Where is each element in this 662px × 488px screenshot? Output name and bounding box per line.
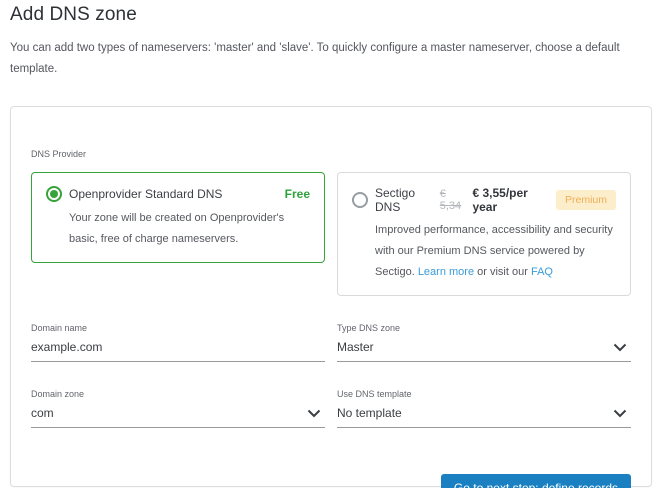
field-use-dns-template: Use DNS template No template (337, 389, 631, 428)
field-domain-zone: Domain zone com (31, 389, 325, 428)
provider-option-openprovider[interactable]: Openprovider Standard DNS Free Your zone… (31, 172, 325, 263)
card-footer: Go to next step: define records (31, 474, 631, 488)
domain-zone-select[interactable]: com (31, 406, 325, 428)
use-dns-template-value: No template (337, 406, 402, 420)
radio-checked-icon[interactable] (46, 186, 62, 202)
old-price: € 5,34 (439, 188, 462, 212)
use-dns-template-label: Use DNS template (337, 389, 412, 399)
provider-sectigo-name: Sectigo DNS (375, 186, 416, 214)
page-subtitle: You can add two types of nameservers: 'm… (10, 42, 620, 75)
chevron-down-icon (613, 343, 627, 351)
domain-name-input-row (31, 340, 325, 362)
domain-zone-value: com (31, 406, 54, 420)
type-dns-zone-label: Type DNS zone (337, 323, 401, 333)
use-dns-template-select[interactable]: No template (337, 406, 631, 428)
field-domain-name: Domain name (31, 323, 325, 362)
faq-link[interactable]: FAQ (531, 266, 553, 278)
provider-option-sectigo[interactable]: Sectigo DNS € 5,34 € 3,55/per year Premi… (337, 172, 631, 296)
provider-openprovider-name: Openprovider Standard DNS (69, 187, 223, 201)
learn-more-link[interactable]: Learn more (418, 266, 474, 278)
dns-provider-section-label: DNS Provider (31, 149, 87, 159)
next-step-button[interactable]: Go to next step: define records (440, 474, 631, 488)
domain-zone-label: Domain zone (31, 389, 85, 399)
provider-sectigo-header: Sectigo DNS € 5,34 € 3,55/per year Premi… (352, 186, 616, 214)
add-dns-zone-page: Add DNS zone You can add two types of na… (0, 0, 662, 488)
chevron-down-icon (613, 409, 627, 417)
premium-badge: Premium (555, 190, 616, 210)
domain-name-input[interactable] (31, 340, 325, 354)
chevron-down-icon (307, 409, 321, 417)
page-title: Add DNS zone (10, 4, 137, 25)
dns-zone-form-card: DNS Provider Openprovider Standard DNS F… (10, 106, 652, 488)
type-dns-zone-select[interactable]: Master (337, 340, 631, 362)
dns-zone-form-fields: Domain name Type DNS zone Master Domain … (31, 323, 631, 428)
domain-name-label: Domain name (31, 323, 88, 333)
radio-unchecked-icon[interactable] (352, 192, 368, 208)
sectigo-description-text-2: or visit our (477, 266, 528, 278)
provider-options: Openprovider Standard DNS Free Your zone… (31, 172, 631, 296)
provider-sectigo-description: Improved performance, accessibility and … (352, 220, 616, 283)
field-type-dns-zone: Type DNS zone Master (337, 323, 631, 362)
current-price: € 3,55/per year (472, 186, 528, 214)
provider-openprovider-description: Your zone will be created on Openprovide… (69, 212, 285, 245)
provider-openprovider-header: Openprovider Standard DNS Free (46, 186, 310, 202)
provider-openprovider-price: Free (284, 187, 310, 201)
type-dns-zone-value: Master (337, 340, 374, 354)
provider-sectigo-pricing: € 5,34 € 3,55/per year Premium (440, 186, 616, 214)
